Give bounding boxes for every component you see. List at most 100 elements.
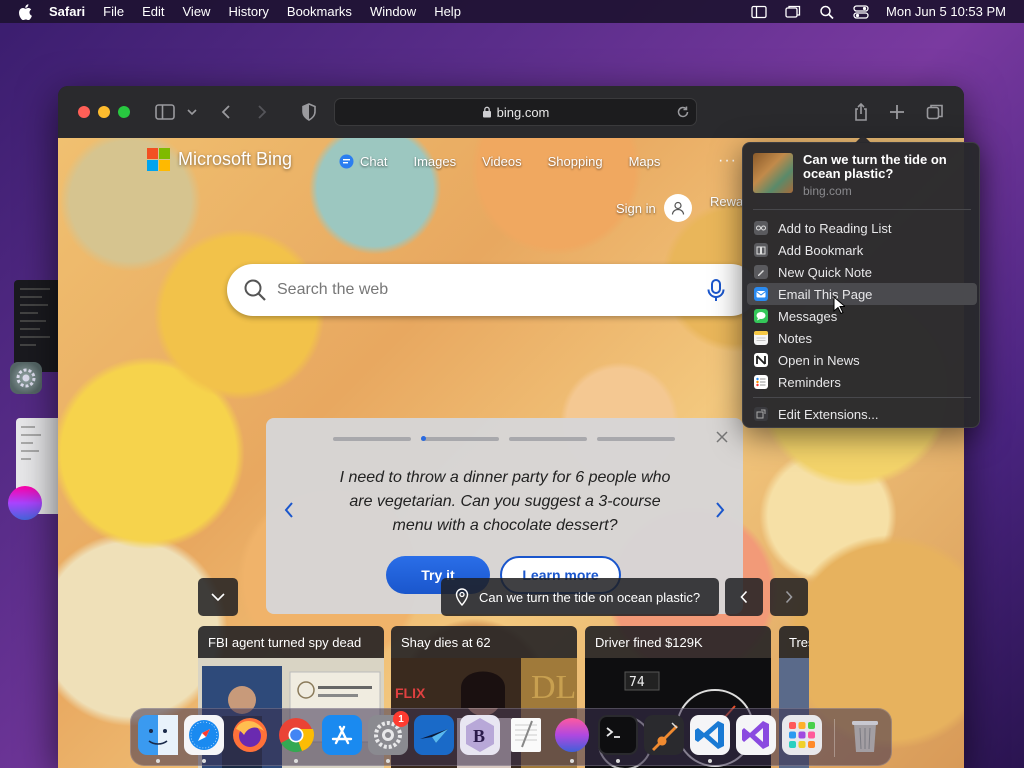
- dock-trash[interactable]: [845, 715, 885, 755]
- sign-in-button[interactable]: Sign in: [616, 194, 692, 222]
- previous-image-button[interactable]: [725, 578, 763, 616]
- visual-studio-icon: [736, 715, 776, 755]
- menu-edit[interactable]: Edit: [133, 4, 173, 19]
- vscode-icon: [690, 715, 730, 755]
- share-item-label: Add to Reading List: [778, 220, 892, 236]
- share-item-messages[interactable]: Messages: [747, 305, 977, 327]
- menu-bookmarks[interactable]: Bookmarks: [278, 4, 361, 19]
- dock-textedit[interactable]: [506, 715, 546, 755]
- menu-help[interactable]: Help: [425, 4, 470, 19]
- dock-vscode[interactable]: [690, 715, 730, 755]
- close-icon[interactable]: [715, 430, 729, 444]
- app-menu[interactable]: Safari: [40, 4, 94, 19]
- new-tab-icon[interactable]: [889, 102, 905, 122]
- launchpad-icon: [782, 715, 822, 755]
- window-status-icon[interactable]: [776, 0, 810, 23]
- dock-garageband[interactable]: [644, 715, 684, 755]
- menu-view[interactable]: View: [174, 4, 220, 19]
- dock-macos-installer[interactable]: [552, 715, 592, 755]
- bing-logo[interactable]: Microsoft Bing: [147, 148, 292, 171]
- svg-text:B: B: [473, 726, 485, 746]
- dock-prime[interactable]: [414, 715, 454, 755]
- nav-chat-label: Chat: [360, 154, 388, 169]
- edit-extensions-item[interactable]: Edit Extensions...: [747, 403, 977, 425]
- nav-shopping[interactable]: Shopping: [535, 154, 616, 169]
- nav-videos[interactable]: Videos: [469, 154, 535, 169]
- control-center-icon[interactable]: [844, 0, 878, 23]
- avatar[interactable]: [663, 194, 692, 222]
- dock-finder[interactable]: [138, 715, 178, 755]
- menubar-clock[interactable]: Mon Jun 5 10:53 PM: [878, 4, 1014, 19]
- share-item-quick-note[interactable]: New Quick Note: [747, 261, 977, 283]
- dock-chrome[interactable]: [276, 715, 316, 755]
- privacy-shield-icon[interactable]: [301, 102, 317, 122]
- search-box[interactable]: [227, 264, 757, 316]
- dock-safari[interactable]: [184, 715, 224, 755]
- apple-menu-icon[interactable]: [10, 3, 40, 20]
- dock-firefox[interactable]: [230, 715, 270, 755]
- tab-overview-icon[interactable]: [926, 102, 944, 122]
- image-info-text: Can we turn the tide on ocean plastic?: [479, 589, 701, 605]
- share-item-notes[interactable]: Notes: [747, 327, 977, 349]
- safari-toolbar: bing.com: [58, 86, 964, 138]
- menu-history[interactable]: History: [219, 4, 277, 19]
- sidebar-status-icon[interactable]: [742, 0, 776, 23]
- dock-app-store[interactable]: [322, 715, 362, 755]
- share-item-label: Add Bookmark: [778, 242, 864, 258]
- bing-logo-text: Microsoft Bing: [178, 149, 293, 169]
- close-window-button[interactable]: [78, 106, 90, 118]
- share-title: Can we turn the tide on ocean plastic?: [803, 152, 947, 181]
- share-item-label: Open in News: [778, 352, 860, 368]
- rewards-link[interactable]: Rewa: [710, 194, 743, 209]
- chat-icon: [339, 154, 354, 169]
- collapse-feed-button[interactable]: [198, 578, 238, 616]
- zoom-window-button[interactable]: [118, 106, 130, 118]
- running-indicator: [294, 759, 298, 763]
- search-icon: [244, 279, 266, 301]
- sign-in-label: Sign in: [616, 200, 656, 216]
- share-item-reminders[interactable]: Reminders: [747, 371, 977, 393]
- menu-file[interactable]: File: [94, 4, 133, 19]
- next-image-button[interactable]: [770, 578, 808, 616]
- microphone-icon[interactable]: [703, 277, 729, 303]
- bbedit-icon: B: [460, 715, 500, 755]
- chevron-right-icon[interactable]: [713, 500, 727, 520]
- back-button[interactable]: [218, 102, 234, 122]
- minimize-window-button[interactable]: [98, 106, 110, 118]
- news-icon: [754, 353, 768, 367]
- chevron-left-icon[interactable]: [282, 500, 296, 520]
- news-title: Shay dies at 62: [391, 626, 577, 658]
- share-item-bookmark[interactable]: Add Bookmark: [747, 239, 977, 261]
- background-window[interactable]: [14, 280, 58, 372]
- dock-visual-studio[interactable]: [736, 715, 776, 755]
- more-menu-icon[interactable]: ···: [718, 152, 737, 170]
- spotlight-search-icon[interactable]: [810, 0, 844, 23]
- search-input[interactable]: [277, 281, 697, 299]
- dock: 1 B: [130, 708, 892, 766]
- forward-button[interactable]: [254, 102, 270, 122]
- share-item-reading-list[interactable]: Add to Reading List: [747, 217, 977, 239]
- macos-window-icon[interactable]: [8, 486, 42, 520]
- running-indicator: [156, 759, 160, 763]
- chevron-down-icon[interactable]: [186, 102, 198, 122]
- share-icon[interactable]: [852, 102, 870, 122]
- share-thumbnail: [753, 153, 793, 193]
- settings-window-icon[interactable]: [10, 362, 42, 394]
- dock-bbedit[interactable]: B: [460, 715, 500, 755]
- image-info-pill[interactable]: Can we turn the tide on ocean plastic?: [441, 578, 719, 616]
- nav-maps[interactable]: Maps: [616, 154, 674, 169]
- svg-text:FLIX: FLIX: [395, 685, 426, 701]
- address-bar[interactable]: bing.com: [334, 98, 697, 126]
- note-icon: [754, 265, 768, 279]
- menu-window[interactable]: Window: [361, 4, 425, 19]
- textedit-icon: [511, 718, 541, 752]
- share-item-news[interactable]: Open in News: [747, 349, 977, 371]
- nav-images[interactable]: Images: [400, 154, 469, 169]
- share-item-email[interactable]: Email This Page: [747, 283, 977, 305]
- reload-icon[interactable]: [676, 105, 690, 119]
- mail-icon: [754, 287, 768, 301]
- nav-chat[interactable]: Chat: [326, 154, 400, 169]
- sidebar-toggle-icon[interactable]: [154, 102, 176, 122]
- dock-terminal[interactable]: [598, 715, 638, 755]
- dock-launchpad[interactable]: [782, 715, 822, 755]
